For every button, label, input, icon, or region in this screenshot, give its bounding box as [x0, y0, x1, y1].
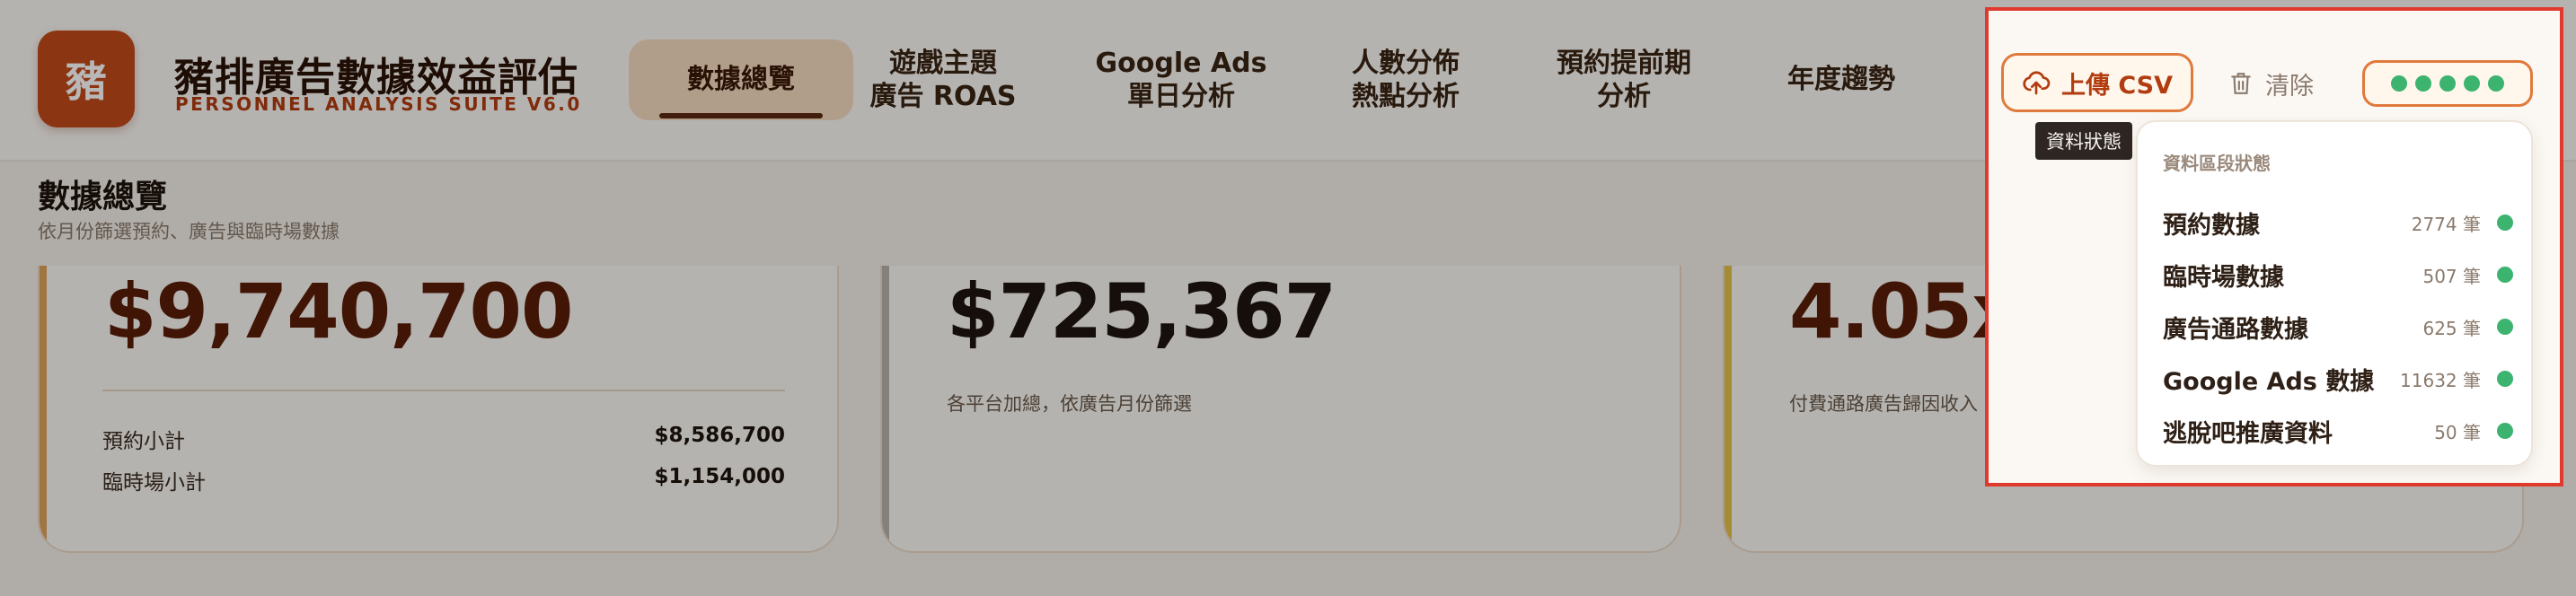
status-dot [2488, 75, 2504, 92]
segment-count: 625 筆 [2422, 317, 2481, 339]
dropdown-title: 資料區段狀態 [2163, 153, 2271, 174]
clear-button[interactable]: 清除 [2229, 59, 2314, 108]
segment-name: 逃脫吧推廣資料 [2163, 419, 2333, 448]
upload-label: 上傳 CSV [2060, 71, 2174, 100]
status-dot [2439, 75, 2456, 92]
segment-row-walkin: 臨時場數據 507 筆 [2163, 257, 2513, 293]
trash-icon [2231, 73, 2251, 94]
segment-count: 50 筆 [2434, 421, 2481, 443]
segment-count: 507 筆 [2422, 265, 2481, 287]
segment-row-booking: 預約數據 2774 筆 [2163, 205, 2513, 241]
segment-name: 廣告通路數據 [2163, 315, 2308, 344]
segment-row-escape-promo: 逃脫吧推廣資料 50 筆 [2163, 413, 2513, 449]
segment-count: 11632 筆 [2400, 369, 2481, 391]
upload-icon [2023, 71, 2051, 95]
segment-name: Google Ads 數據 [2163, 367, 2375, 396]
data-status-button[interactable] [2362, 60, 2533, 107]
segment-name: 預約數據 [2163, 211, 2260, 240]
status-dot [2497, 423, 2513, 439]
status-dot [2497, 319, 2513, 335]
clear-label: 清除 [2265, 72, 2314, 101]
status-dot [2497, 267, 2513, 283]
segment-name: 臨時場數據 [2163, 263, 2284, 292]
upload-csv-button[interactable]: 上傳 CSV [2001, 53, 2193, 112]
segment-row-google-ads: Google Ads 數據 11632 筆 [2163, 361, 2513, 397]
status-dot [2415, 75, 2431, 92]
status-dot [2464, 75, 2480, 92]
status-tooltip: 資料狀態 [2035, 122, 2132, 160]
segment-count: 2774 筆 [2411, 213, 2481, 235]
data-status-panel: 上傳 CSV 清除 資料狀態 資料區段狀態 預約數據 2774 筆 臨時場數據 … [1985, 7, 2563, 486]
segment-row-ad-channel: 廣告通路數據 625 筆 [2163, 309, 2513, 345]
status-dropdown: 資料區段狀態 預約數據 2774 筆 臨時場數據 507 筆 廣告通路數據 62… [2136, 120, 2533, 467]
status-dot [2497, 371, 2513, 387]
status-dot [2497, 215, 2513, 231]
status-dot [2391, 75, 2407, 92]
